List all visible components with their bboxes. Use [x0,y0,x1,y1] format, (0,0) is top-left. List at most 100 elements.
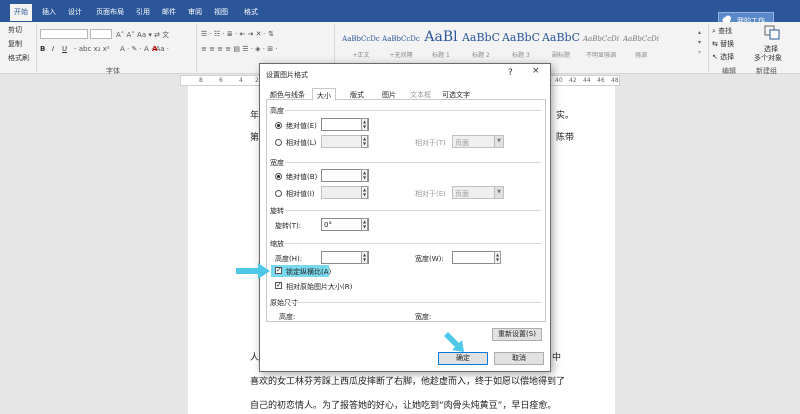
width-relative-label: 相对值(I) [286,190,315,198]
copy-button[interactable]: 复制 [8,39,22,49]
style-heading-1[interactable]: AaBl 标题 1 [420,27,460,63]
divider [285,243,541,244]
style-subtle-emphasis[interactable]: AaBbCcDi 不明显强调 [580,27,620,63]
divider [36,24,37,72]
help-button[interactable]: ? [508,68,513,78]
grow-font-icon[interactable]: A˄ A˅ Aa ▾ ⇄ 文 [116,30,169,40]
spin-arrows-icon[interactable]: ▲ ▼ [361,169,368,182]
style-name: 标题 1 [432,52,450,59]
text-effects-icon[interactable]: A · ✎ · A · Aa · [120,45,169,53]
find-button[interactable]: ⌕ 查找 [712,26,732,36]
document-text: 中 [552,353,562,363]
tab-colors-lines[interactable]: 颜色与线条 [270,90,305,100]
bullets-icon[interactable]: ☰ · ☷ · ≣ · ⇤ ⇥ ✕ · ⇅ [201,30,274,38]
strikethrough-icon[interactable]: - abc x₂ x² [74,45,110,53]
width-relative-to-value: 页面 [455,190,469,198]
reset-button[interactable]: 重新设置(S) [492,328,542,341]
cut-button[interactable]: 剪切 [8,25,22,35]
tab-review[interactable]: 审阅 [188,7,202,17]
document-text: 陈带 [556,133,575,143]
tab-picture[interactable]: 图片 [382,90,396,100]
bold-icon[interactable]: B [40,45,45,53]
font-color-icon[interactable]: A [152,45,157,53]
tab-mailings[interactable]: 邮件 [162,7,176,17]
tab-home[interactable]: 开始 [10,4,32,21]
style-name: 标题 3 [512,52,530,59]
style-name: 标题 2 [472,52,490,59]
tab-design[interactable]: 设计 [68,7,82,17]
document-text: 第 [250,133,260,143]
align-left-icon[interactable]: ≡ ≡ ≡ ≡ ▤ ☰ · ◈ · ⊞ · [201,45,278,53]
divider [196,24,197,72]
style-preview: AaBbCcDi [583,35,619,43]
font-group-label: 字体 [106,67,120,75]
style-no-spacing[interactable]: AaBbCcDc +无间隔 [380,27,420,63]
replace-label: 替换 [720,40,735,48]
style-heading-2[interactable]: AaBbC 标题 2 [460,27,500,63]
divider [285,302,541,303]
width-absolute-radio[interactable] [275,173,282,180]
document-text: 喜欢的女工林芬芳踩上西瓜皮摔断了右脚，他趁虚而入，终于如愿以偿地得到了 [250,377,566,387]
select-button[interactable]: ↖ 选择 [712,52,734,62]
italic-icon[interactable]: I [52,45,54,53]
spin-arrows-icon[interactable]: ▲ ▼ [361,118,368,131]
ruler-number: 46 [597,77,605,84]
dialog-tab-strip: 颜色与线条 大小 版式 图片 文本框 可选文字 [266,88,546,101]
tab-textbox[interactable]: 文本框 [410,90,431,100]
underline-icon[interactable]: U [62,45,67,53]
tab-layout[interactable]: 页面布局 [96,7,124,17]
height-relative-label: 相对值(L) [286,139,317,147]
width-relative-to-select[interactable]: 页面 ▼ [452,186,504,199]
select-label: 选择 [720,53,735,61]
tab-alt-text[interactable]: 可选文字 [442,90,470,100]
select-multiple-objects-button[interactable]: 选择 多个对象 [752,24,796,64]
style-normal[interactable]: AaBbCcDc +正文 [340,27,380,63]
height-absolute-radio[interactable] [275,122,282,129]
format-painter-button[interactable]: 格式刷 [8,53,29,63]
rotate-value: 0° [324,221,332,229]
height-relative-radio[interactable] [275,139,282,146]
spin-arrows-icon[interactable]: ▲ ▼ [361,186,368,199]
spin-arrows-icon[interactable]: ▲ ▼ [361,135,368,148]
tab-references[interactable]: 引用 [136,7,150,17]
scale-section-title: 缩放 [270,240,284,248]
cancel-button[interactable]: 取消 [494,352,544,365]
width-absolute-label: 绝对值(B) [286,173,318,181]
style-preview: AaBbC [461,31,501,44]
lock-aspect-checkbox[interactable]: ✓ [275,267,282,274]
tab-insert[interactable]: 插入 [42,7,56,17]
tab-layout[interactable]: 版式 [350,90,364,100]
ruler-number: 8 [199,77,203,84]
gallery-scroll-icon[interactable]: ▴ ▾ ▿ [698,28,701,58]
replace-button[interactable]: ⇆ 替换 [712,39,734,49]
pointer-arrow-icon [236,263,270,279]
spin-arrows-icon[interactable]: ▲ ▼ [494,251,501,264]
height-relative-to-select[interactable]: 页面 ▼ [452,135,504,148]
style-preview: AaBbCcDc [342,35,380,43]
font-size-combo[interactable] [90,29,112,39]
style-emphasis[interactable]: AaBbCcDi 强调 [620,27,660,63]
ruler-number: 44 [583,77,591,84]
tab-view[interactable]: 视图 [214,7,228,17]
chevron-down-icon: ▼ [494,187,503,198]
style-preview: AaBbC [541,31,581,44]
style-heading-3[interactable]: AaBbC 标题 3 [500,27,540,63]
style-subtitle[interactable]: AaBbC 副标题 [540,27,580,63]
spin-arrows-icon[interactable]: ▲ ▼ [361,218,368,231]
tab-format[interactable]: 格式 [244,7,258,17]
new-group-label: 新建组 [756,67,777,75]
width-relative-to-label: 相对于(E) [415,190,446,198]
ruler-number: 42 [569,77,577,84]
spin-arrows-icon[interactable]: ▲ ▼ [361,251,368,264]
width-relative-radio[interactable] [275,190,282,197]
document-text: 年 [250,111,260,121]
scale-width-label: 宽度(W): [415,255,444,263]
height-section-title: 高度 [270,107,284,115]
ruler-number: 6 [219,77,223,84]
close-button[interactable]: × [532,66,540,76]
scale-width-input[interactable] [452,251,500,264]
original-height-label: 高度: [279,313,296,321]
original-width-label: 宽度: [415,313,432,321]
relative-original-checkbox[interactable]: ✓ [275,282,282,289]
font-name-combo[interactable] [40,29,88,39]
